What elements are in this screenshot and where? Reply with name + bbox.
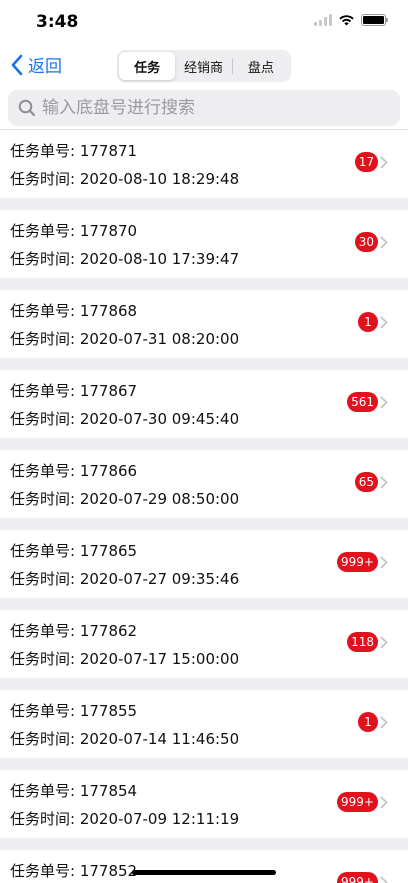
row-separator [0, 438, 408, 450]
chevron-right-icon [380, 316, 388, 329]
count-badge: 30 [354, 232, 378, 252]
task-number: 任务单号: 177862 [10, 622, 138, 640]
navigation-bar: 返回 任务 经销商 盘点 [0, 44, 408, 88]
task-number: 任务单号: 177866 [10, 462, 138, 480]
task-time: 任务时间: 2020-07-29 08:50:00 [10, 490, 240, 508]
chevron-right-icon [380, 236, 388, 249]
status-time: 3:48 [36, 12, 79, 32]
wifi-icon [339, 15, 354, 26]
task-row[interactable]: 任务单号: 177865 任务时间: 2020-07-27 09:35:46 9… [0, 530, 408, 598]
count-badge: 1 [358, 712, 378, 732]
chevron-right-icon [380, 876, 388, 883]
row-separator [0, 198, 408, 210]
row-separator [0, 758, 408, 770]
row-separator [0, 518, 408, 530]
count-badge: 999+ [337, 872, 378, 883]
search-icon [18, 99, 36, 117]
segment-tasks[interactable]: 任务 [119, 52, 176, 80]
chevron-right-icon [380, 396, 388, 409]
count-badge: 118 [347, 632, 378, 652]
status-icons [314, 14, 388, 26]
back-button-label: 返回 [28, 57, 62, 77]
count-badge: 561 [347, 392, 378, 412]
chevron-right-icon [380, 796, 388, 809]
task-number: 任务单号: 177871 [10, 142, 138, 160]
task-time: 任务时间: 2020-07-14 11:46:50 [10, 730, 240, 748]
chevron-right-icon [380, 556, 388, 569]
task-number: 任务单号: 177870 [10, 222, 138, 240]
task-row[interactable]: 任务单号: 177866 任务时间: 2020-07-29 08:50:00 6… [0, 450, 408, 518]
task-time: 任务时间: 2020-07-31 08:20:00 [10, 330, 240, 348]
count-badge: 17 [354, 152, 378, 172]
task-number: 任务单号: 177868 [10, 302, 138, 320]
count-badge: 999+ [337, 552, 378, 572]
task-time: 任务时间: 2020-08-10 17:39:47 [10, 250, 240, 268]
segment-inventory[interactable]: 盘点 [233, 52, 289, 80]
task-row[interactable]: 任务单号: 177870 任务时间: 2020-08-10 17:39:47 3… [0, 210, 408, 278]
task-number: 任务单号: 177865 [10, 542, 138, 560]
task-row[interactable]: 任务单号: 177854 任务时间: 2020-07-09 12:11:19 9… [0, 770, 408, 838]
task-row[interactable]: 任务单号: 177862 任务时间: 2020-07-17 15:00:00 1… [0, 610, 408, 678]
task-time: 任务时间: 2020-07-09 12:11:19 [10, 810, 240, 828]
search-bar [0, 88, 408, 130]
task-time: 任务时间: 2020-07-30 09:45:40 [10, 410, 240, 428]
row-separator [0, 838, 408, 850]
battery-icon [361, 14, 388, 26]
task-time: 任务时间: 2020-08-10 18:29:48 [10, 170, 240, 188]
row-separator [0, 278, 408, 290]
cellular-signal-icon [314, 14, 332, 26]
task-list: 任务单号: 177871 任务时间: 2020-08-10 18:29:48 1… [0, 130, 408, 883]
chevron-right-icon [380, 716, 388, 729]
chevron-left-icon [11, 54, 23, 75]
task-number: 任务单号: 177867 [10, 382, 138, 400]
segment-dealers[interactable]: 经销商 [175, 52, 231, 80]
task-row[interactable]: 任务单号: 177852 999+ [0, 850, 408, 883]
search-box[interactable] [8, 90, 400, 126]
chevron-right-icon [380, 156, 388, 169]
task-number: 任务单号: 177852 [10, 862, 138, 880]
status-bar: 3:48 [0, 0, 408, 44]
task-time: 任务时间: 2020-07-27 09:35:46 [10, 570, 240, 588]
segmented-control: 任务 经销商 盘点 [117, 50, 291, 82]
back-button[interactable]: 返回 [10, 52, 62, 77]
count-badge: 1 [358, 312, 378, 332]
task-number: 任务单号: 177855 [10, 702, 138, 720]
count-badge: 999+ [337, 792, 378, 812]
task-row[interactable]: 任务单号: 177867 任务时间: 2020-07-30 09:45:40 5… [0, 370, 408, 438]
chevron-right-icon [380, 476, 388, 489]
chevron-right-icon [380, 636, 388, 649]
task-number: 任务单号: 177854 [10, 782, 138, 800]
task-time: 任务时间: 2020-07-17 15:00:00 [10, 650, 240, 668]
row-separator [0, 598, 408, 610]
search-input[interactable] [42, 98, 382, 118]
task-row[interactable]: 任务单号: 177868 任务时间: 2020-07-31 08:20:00 1 [0, 290, 408, 358]
task-row[interactable]: 任务单号: 177855 任务时间: 2020-07-14 11:46:50 1 [0, 690, 408, 758]
home-indicator[interactable] [132, 870, 276, 875]
task-row[interactable]: 任务单号: 177871 任务时间: 2020-08-10 18:29:48 1… [0, 130, 408, 198]
row-separator [0, 358, 408, 370]
count-badge: 65 [354, 472, 378, 492]
row-separator [0, 678, 408, 690]
